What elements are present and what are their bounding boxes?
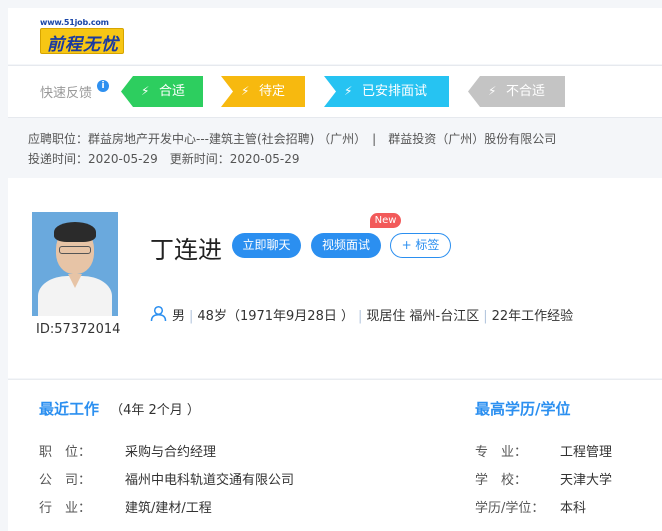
new-badge: New xyxy=(370,213,401,228)
feedback-suitable-button[interactable]: ⚡ 合适 xyxy=(121,76,203,107)
candidate-basic-info: 男 | 48岁（1971年9月28日 ） | 现居住 福州-台江区 | 22年工作经验 xyxy=(172,305,573,324)
feedback-suitable-label: 合适 xyxy=(159,84,186,99)
residence: 现居住 福州-台江区 xyxy=(366,309,480,324)
candidate-id: ID:57372014 xyxy=(36,322,121,337)
work-industry-label: 行 业： xyxy=(39,501,92,516)
info-icon[interactable]: i xyxy=(97,80,109,92)
recent-work-header: 最近工作 （4年 2个月 ） xyxy=(39,398,200,419)
lightning-icon: ⚡ xyxy=(344,84,353,98)
separator: | xyxy=(189,309,194,324)
education-title: 最高学历/学位 xyxy=(475,400,571,418)
logo[interactable]: www.51job.com 前程无忧 xyxy=(40,18,124,56)
feedback-interview-label: 已安排面试 xyxy=(362,84,428,99)
work-industry-value: 建筑/建材/工程 xyxy=(125,501,212,516)
application-info xyxy=(8,119,662,177)
edu-school-value: 天津大学 xyxy=(560,473,613,488)
feedback-label: 快速反馈 xyxy=(40,86,93,101)
edu-degree-label: 学历/学位： xyxy=(475,501,545,516)
feedback-interview-button[interactable]: ⚡ 已安排面试 xyxy=(324,76,449,107)
recent-work-duration: （4年 2个月 ） xyxy=(110,403,200,418)
work-position-label: 职 位： xyxy=(39,445,92,460)
gender: 男 xyxy=(172,309,186,324)
experience: 22年工作经验 xyxy=(491,309,574,324)
separator: | xyxy=(357,309,363,324)
feedback-pending-label: 待定 xyxy=(259,84,286,99)
recent-work-title: 最近工作 xyxy=(39,400,100,418)
add-tag-button[interactable]: + 标签 xyxy=(390,233,451,258)
logo-badge: 前程无忧 xyxy=(40,28,124,55)
apply-dates: 投递时间：2020-05-29 更新时间：2020-05-29 xyxy=(28,152,300,166)
logo-url: www.51job.com xyxy=(40,18,109,27)
edu-school-label: 学 校： xyxy=(475,473,528,488)
candidate-name: 丁连进 xyxy=(150,236,222,264)
chat-now-button[interactable]: 立即聊天 xyxy=(232,233,301,258)
feedback-pending-button[interactable]: ⚡ 待定 xyxy=(221,76,305,107)
lightning-icon: ⚡ xyxy=(241,84,250,98)
logo-text: 前程无忧 xyxy=(47,35,119,55)
age: 48岁（1971年9月28日 ） xyxy=(197,309,354,324)
separator: | xyxy=(483,309,488,324)
feedback-unsuitable-button[interactable]: ⚡ 不合适 xyxy=(468,76,565,107)
candidate-photo xyxy=(32,212,118,316)
work-position-value: 采购与合约经理 xyxy=(125,445,217,460)
applied-position: 应聘职位：群益房地产开发中心---建筑主管(社会招聘) （广州） | 群益投资（… xyxy=(28,132,557,146)
video-interview-button[interactable]: 视频面试 xyxy=(311,233,381,258)
lightning-icon: ⚡ xyxy=(141,84,150,98)
work-company-label: 公 司： xyxy=(39,473,92,488)
lightning-icon: ⚡ xyxy=(488,84,497,98)
edu-degree-value: 本科 xyxy=(560,501,587,516)
feedback-unsuitable-label: 不合适 xyxy=(506,84,546,99)
work-company-value: 福州中电科轨道交通有限公司 xyxy=(125,473,295,488)
edu-major-label: 专 业： xyxy=(475,445,528,460)
person-icon xyxy=(150,305,167,322)
edu-major-value: 工程管理 xyxy=(560,445,613,460)
